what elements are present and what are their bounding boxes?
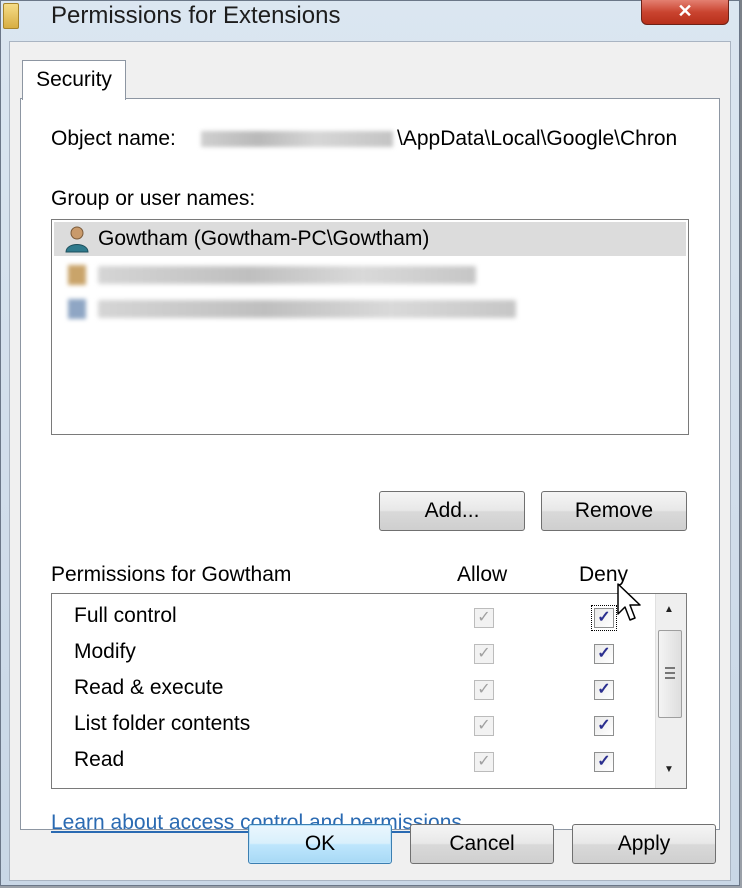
deny-checkbox[interactable]: ✓ [594,716,614,736]
object-path: \AppData\Local\Google\Chron [397,127,678,150]
permissions-scrollbar[interactable]: ▲ ▼ [655,594,686,788]
remove-button[interactable]: Remove [541,491,687,531]
permissions-list[interactable]: Full control ✓ ✓ Modify ✓ ✓ Read & execu… [51,593,687,789]
permission-row-partial [52,780,652,789]
list-item-redacted-2[interactable] [54,292,686,326]
permission-label: List folder contents [74,712,251,735]
permission-label: Modify [74,640,136,663]
scroll-up-icon[interactable]: ▲ [664,604,674,615]
group-names-label: Group or user names: [51,187,256,210]
group-icon [64,261,90,289]
allow-checkbox[interactable]: ✓ [474,644,494,664]
permission-row-read: Read ✓ ✓ [52,744,652,780]
close-button[interactable]: ✕ [641,0,729,25]
permissions-header: Permissions for Gowtham [51,563,292,586]
redacted-name [98,300,516,318]
grip-icon [665,672,675,674]
permission-row-read-execute: Read & execute ✓ ✓ [52,672,652,708]
deny-checkbox[interactable]: ✓ [594,752,614,772]
permission-label: Read & execute [74,676,224,699]
window-title: Permissions for Extensions [51,2,341,29]
security-panel: Object name: \AppData\Local\Google\Chron… [20,98,720,834]
allow-column-header: Allow [457,563,508,586]
permission-label: Full control [74,604,177,627]
deny-checkbox[interactable]: ✓ [591,605,617,631]
permission-row-list-folder: List folder contents ✓ ✓ [52,708,652,744]
list-item-user[interactable]: Gowtham (Gowtham-PC\Gowtham) [54,222,686,256]
group-icon [64,295,90,323]
object-name-label: Object name: [51,127,176,150]
apply-button[interactable]: Apply [572,824,716,864]
permission-row-modify: Modify ✓ ✓ [52,636,652,672]
grip-icon [665,677,675,679]
mouse-cursor-icon [617,583,641,621]
add-button[interactable]: Add... [379,491,525,531]
allow-checkbox[interactable]: ✓ [474,752,494,772]
dialog-body: Security Object name: \AppData\Local\Goo… [9,41,731,881]
allow-checkbox[interactable]: ✓ [474,716,494,736]
user-icon [64,225,90,253]
permissions-dialog: Permissions for Extensions ✕ Security Ob… [0,0,740,886]
folder-icon [3,3,19,29]
grip-icon [665,667,675,669]
allow-checkbox[interactable]: ✓ [474,680,494,700]
tab-security[interactable]: Security [22,60,126,100]
cancel-button[interactable]: Cancel [410,824,554,864]
redacted-username [201,131,393,148]
permission-row-full-control: Full control ✓ ✓ [52,600,652,636]
redacted-name [98,266,476,284]
deny-checkbox[interactable]: ✓ [594,680,614,700]
deny-checkbox[interactable] [594,788,614,789]
allow-checkbox[interactable]: ✓ [474,608,494,628]
scroll-thumb[interactable] [658,630,682,718]
allow-checkbox[interactable] [474,788,494,789]
ok-button[interactable]: OK [248,824,392,864]
user-name: Gowtham (Gowtham-PC\Gowtham) [98,227,430,250]
object-name-value: \AppData\Local\Google\Chron [201,127,677,151]
permission-label: Read [74,748,125,771]
scroll-down-icon[interactable]: ▼ [664,764,674,775]
deny-checkbox[interactable]: ✓ [594,644,614,664]
title-bar[interactable]: Permissions for Extensions ✕ [1,0,741,35]
list-item-redacted-1[interactable] [54,258,686,292]
user-listbox[interactable]: Gowtham (Gowtham-PC\Gowtham) [51,219,689,435]
